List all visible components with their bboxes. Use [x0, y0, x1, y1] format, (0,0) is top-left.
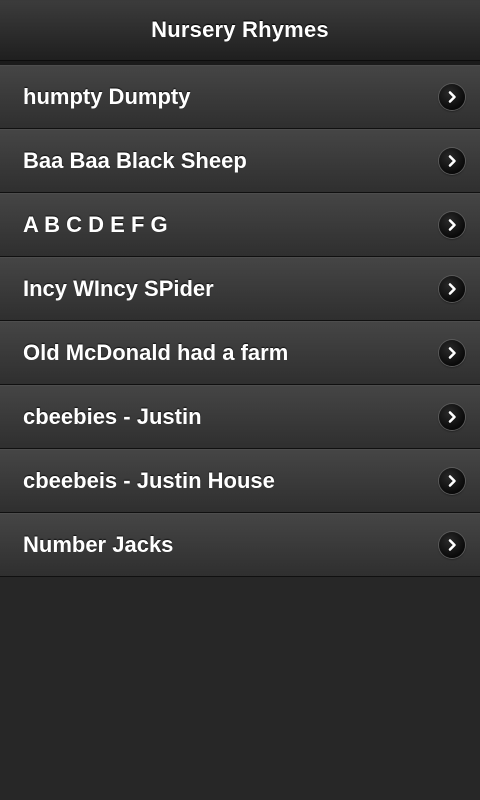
rhyme-list: humpty Dumpty Baa Baa Black Sheep A B C … — [0, 65, 480, 577]
list-item[interactable]: Number Jacks — [0, 513, 480, 577]
title-bar: Nursery Rhymes — [0, 0, 480, 61]
list-item-label: cbeebeis - Justin House — [23, 468, 275, 493]
list-item-label: Baa Baa Black Sheep — [23, 148, 247, 173]
app-screen: Nursery Rhymes humpty Dumpty Baa Baa Bla… — [0, 0, 480, 800]
list-item-label: A B C D E F G — [23, 212, 168, 237]
chevron-right-icon — [439, 276, 465, 302]
chevron-right-icon — [439, 404, 465, 430]
chevron-right-icon — [439, 468, 465, 494]
chevron-right-icon — [439, 84, 465, 110]
list-item-label: Old McDonald had a farm — [23, 340, 289, 365]
list-item[interactable]: cbeebies - Justin — [0, 385, 480, 449]
list-item-label: humpty Dumpty — [23, 84, 191, 109]
list-item[interactable]: humpty Dumpty — [0, 65, 480, 129]
list-item-label: Incy WIncy SPider — [23, 276, 214, 301]
chevron-right-icon — [439, 340, 465, 366]
list-item-label: cbeebies - Justin — [23, 404, 202, 429]
chevron-right-icon — [439, 532, 465, 558]
list-item[interactable]: cbeebeis - Justin House — [0, 449, 480, 513]
chevron-right-icon — [439, 212, 465, 238]
list-item[interactable]: Old McDonald had a farm — [0, 321, 480, 385]
chevron-right-icon — [439, 148, 465, 174]
list-item[interactable]: Incy WIncy SPider — [0, 257, 480, 321]
list-item[interactable]: Baa Baa Black Sheep — [0, 129, 480, 193]
list-item[interactable]: A B C D E F G — [0, 193, 480, 257]
list-item-label: Number Jacks — [23, 532, 174, 557]
page-title: Nursery Rhymes — [151, 17, 329, 42]
